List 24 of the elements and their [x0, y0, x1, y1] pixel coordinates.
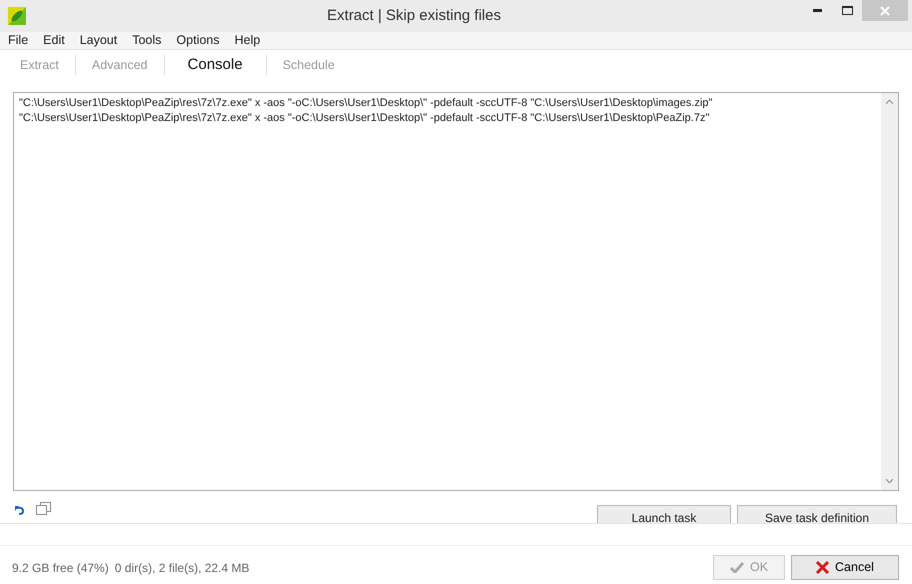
menu-item[interactable]: File	[0, 32, 36, 49]
task-button[interactable]: Save task definition	[737, 505, 897, 523]
menu-item[interactable]: Edit	[35, 32, 72, 49]
vertical-scrollbar[interactable]	[881, 93, 898, 490]
cancel-icon	[816, 561, 830, 574]
task-button[interactable]: Launch task	[597, 505, 731, 523]
copy-icon[interactable]	[36, 502, 51, 516]
cancel-button[interactable]: Cancel	[791, 555, 899, 580]
menu-item[interactable]: Layout	[72, 32, 124, 49]
free-space-text: 9.2 GB free (47%)	[12, 560, 109, 576]
undo-icon[interactable]	[15, 506, 25, 515]
maximize-icon	[842, 6, 852, 15]
tab[interactable]: Console	[164, 55, 267, 75]
window-title: Extract | Skip existing files	[327, 6, 501, 24]
app-logo-icon	[8, 7, 26, 25]
scroll-up-icon	[886, 100, 893, 104]
scroll-down-icon	[886, 479, 893, 483]
checkmark-icon	[730, 562, 744, 573]
minimize-icon	[812, 9, 822, 12]
selection-summary: 0 dir(s), 2 file(s), 22.4 MB	[114, 560, 250, 576]
menu-item[interactable]: Options	[168, 32, 227, 49]
close-icon	[880, 6, 890, 16]
menu-item[interactable]: Help	[226, 32, 268, 49]
menu-item[interactable]: Tools	[124, 32, 168, 49]
